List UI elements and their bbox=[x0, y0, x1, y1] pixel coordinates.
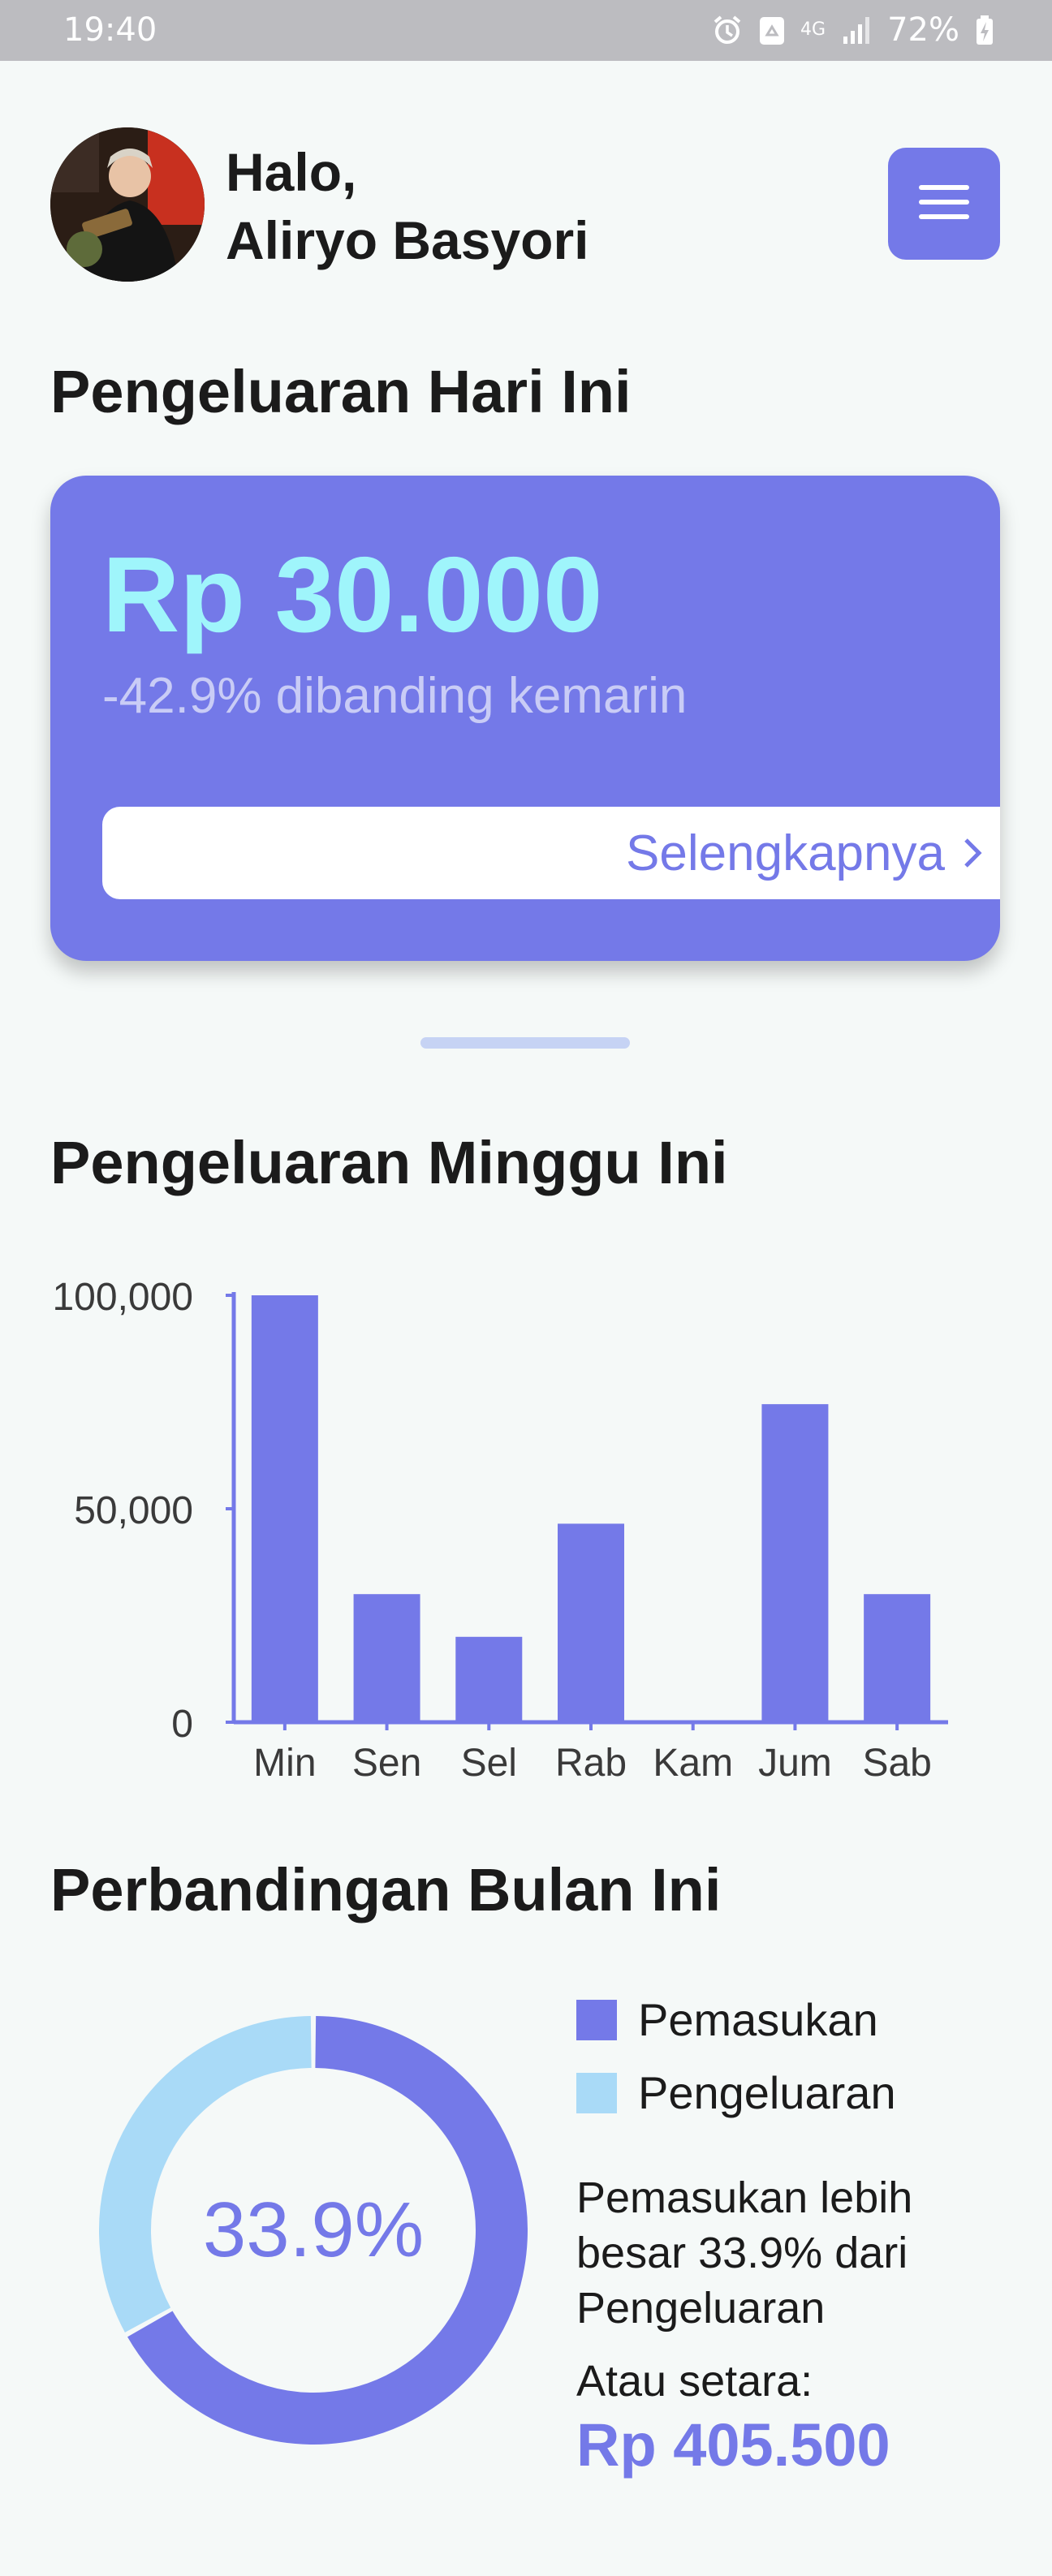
equivalent-value: Rp 405.500 bbox=[576, 2411, 890, 2479]
bar-sab[interactable] bbox=[864, 1594, 931, 1722]
more-button[interactable]: Selengkapnya bbox=[102, 807, 1000, 899]
user-name: Aliryo Basyori bbox=[226, 210, 589, 270]
greeting: Halo, Aliryo Basyori bbox=[226, 138, 589, 274]
network-label: 4G bbox=[800, 19, 826, 40]
drag-handle[interactable] bbox=[420, 1037, 630, 1049]
legend-expense-swatch bbox=[576, 2072, 617, 2113]
x-tick-label: Sen bbox=[352, 1742, 421, 1785]
greeting-line: Halo, bbox=[226, 142, 357, 202]
battery-level: 72% bbox=[887, 11, 959, 49]
more-button-label: Selengkapnya bbox=[626, 825, 945, 881]
status-bar: 19:40 4G 72% bbox=[0, 0, 1052, 61]
legend-income-swatch bbox=[576, 1999, 617, 2040]
today-comparison: -42.9% dibanding kemarin bbox=[102, 668, 688, 724]
bar-sel[interactable] bbox=[455, 1636, 523, 1722]
avatar[interactable] bbox=[50, 127, 205, 282]
x-tick-label: Min bbox=[253, 1742, 316, 1785]
today-card: Rp 30.000 -42.9% dibanding kemarin Selen… bbox=[50, 476, 1000, 961]
hamburger-icon bbox=[919, 183, 969, 225]
week-bar-chart: 0 50,000 100,000 Min Sen Sel Rab Kam Jum Sab bbox=[52, 1276, 948, 1785]
network-icon: 4G bbox=[800, 19, 826, 40]
signal-icon bbox=[840, 14, 873, 46]
bar-rab[interactable] bbox=[558, 1523, 624, 1722]
equivalent-label: Atau setara: bbox=[576, 2357, 813, 2406]
battery-charging-icon bbox=[974, 14, 995, 46]
bar-jum[interactable] bbox=[761, 1404, 829, 1722]
chevron-right-icon bbox=[963, 837, 982, 869]
legend-expense: Pengeluaran bbox=[576, 2066, 896, 2119]
x-tick-label: Sel bbox=[461, 1742, 517, 1785]
menu-button[interactable] bbox=[888, 148, 1000, 260]
bar-sen[interactable] bbox=[353, 1594, 420, 1722]
alarm-icon bbox=[711, 14, 744, 46]
y-tick-label: 100,000 bbox=[52, 1276, 193, 1319]
x-tick-label: Kam bbox=[653, 1742, 733, 1785]
legend-expense-label: Pengeluaran bbox=[638, 2067, 896, 2118]
status-icons: 4G 72% bbox=[711, 11, 995, 49]
legend-income: Pemasukan bbox=[576, 1993, 878, 2046]
status-time: 19:40 bbox=[63, 11, 157, 49]
x-tick-label: Rab bbox=[555, 1742, 627, 1785]
x-tick-label: Sab bbox=[862, 1742, 931, 1785]
recycle-icon bbox=[758, 14, 786, 46]
today-amount: Rp 30.000 bbox=[102, 535, 603, 654]
today-title: Pengeluaran Hari Ini bbox=[50, 358, 632, 425]
donut-percent: 33.9% bbox=[202, 2186, 425, 2273]
legend-income-label: Pemasukan bbox=[638, 1994, 878, 2045]
bar-min[interactable] bbox=[251, 1295, 318, 1722]
y-tick-label: 50,000 bbox=[74, 1489, 193, 1532]
week-title: Pengeluaran Minggu Ini bbox=[50, 1129, 728, 1196]
x-tick-label: Jum bbox=[758, 1742, 832, 1785]
month-title: Perbandingan Bulan Ini bbox=[50, 1856, 722, 1923]
y-tick-label: 0 bbox=[171, 1703, 193, 1746]
comparison-text: Pemasukan lebih besar 33.9% dari Pengelu… bbox=[576, 2173, 913, 2333]
